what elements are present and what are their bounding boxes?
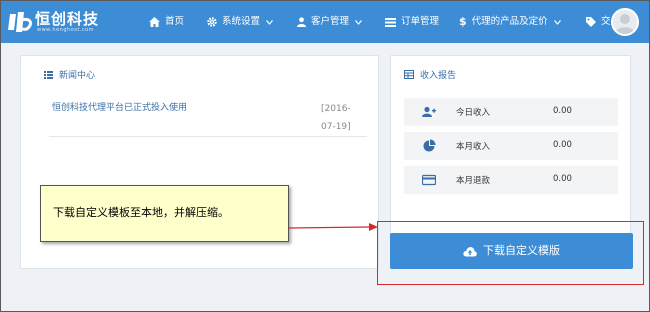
chevron-down-icon xyxy=(553,19,561,25)
user-icon xyxy=(297,17,306,27)
nav-home-label: 首页 xyxy=(165,16,185,27)
news-item-date: [2016- 07-19] xyxy=(321,100,361,136)
stat-row-today-income: 今日收入 0.00 xyxy=(404,98,618,126)
stat-label: 本月退款 xyxy=(456,176,491,186)
credit-card-icon xyxy=(422,174,436,186)
nav-order-management-label: 订单管理 xyxy=(401,16,440,27)
nav-customer-management-label: 客户管理 xyxy=(311,16,350,27)
brand-logo[interactable]: 恒创科技 www.henghost.com xyxy=(7,8,107,36)
avatar-icon xyxy=(615,14,635,34)
news-panel-title-text: 新闻中心 xyxy=(59,71,96,81)
nav-system-settings[interactable]: 系统设置 xyxy=(207,1,274,43)
list-icon xyxy=(385,17,396,27)
brand-title: 恒创科技 xyxy=(35,10,100,28)
news-divider xyxy=(49,136,367,137)
user-plus-icon xyxy=(422,106,436,117)
top-navbar: 恒创科技 www.henghost.com 首页 系统设置 客户管理 订单管理 … xyxy=(1,1,649,43)
screenshot-frame: 恒创科技 www.henghost.com 首页 系统设置 客户管理 订单管理 … xyxy=(0,0,650,312)
nav-customer-management[interactable]: 客户管理 xyxy=(297,1,363,43)
gear-icon xyxy=(207,17,217,27)
instruction-callout: 下载自定义模板至本地，并解压缩。 xyxy=(40,185,289,242)
news-date-line-1: [2016- xyxy=(321,104,351,114)
stat-value: 0.00 xyxy=(553,174,572,184)
home-icon xyxy=(149,17,160,27)
list-icon xyxy=(44,70,53,79)
stat-label: 今日收入 xyxy=(456,108,491,118)
annotation-arrow-icon xyxy=(289,223,378,231)
chevron-down-icon xyxy=(266,19,274,25)
tag-icon xyxy=(586,17,596,27)
stat-value: 0.00 xyxy=(553,106,572,116)
pie-chart-icon xyxy=(423,139,436,152)
news-panel-title: 新闻中心 xyxy=(44,68,95,81)
instruction-callout-text: 下载自定义模板至本地，并解压缩。 xyxy=(53,206,229,219)
stat-row-month-refund: 本月退款 0.00 xyxy=(404,166,618,194)
news-date-line-2: 07-19] xyxy=(321,122,351,132)
user-avatar[interactable] xyxy=(611,8,639,36)
stat-label: 本月收入 xyxy=(456,142,491,152)
chevron-down-icon xyxy=(355,19,363,25)
table-icon xyxy=(404,70,414,79)
nav-home[interactable]: 首页 xyxy=(149,1,184,43)
stat-row-month-income: 本月收入 0.00 xyxy=(404,132,618,160)
nav-order-management[interactable]: 订单管理 xyxy=(385,1,439,43)
brand-subtitle: www.henghost.com xyxy=(37,27,95,33)
dollar-icon: $ xyxy=(459,15,467,28)
income-panel-title-text: 收入报告 xyxy=(420,71,457,81)
nav-products-pricing-label: 代理的产品及定价 xyxy=(471,16,548,27)
stat-value: 0.00 xyxy=(553,140,572,150)
nav-system-settings-label: 系统设置 xyxy=(222,16,261,27)
income-panel-title: 收入报告 xyxy=(404,68,456,81)
nav-products-pricing[interactable]: $ 代理的产品及定价 xyxy=(459,1,561,43)
logo-icon xyxy=(8,12,33,32)
news-item-link[interactable]: 恒创科技代理平台已正式投入使用 xyxy=(52,100,187,113)
annotation-highlight-box xyxy=(377,221,644,285)
